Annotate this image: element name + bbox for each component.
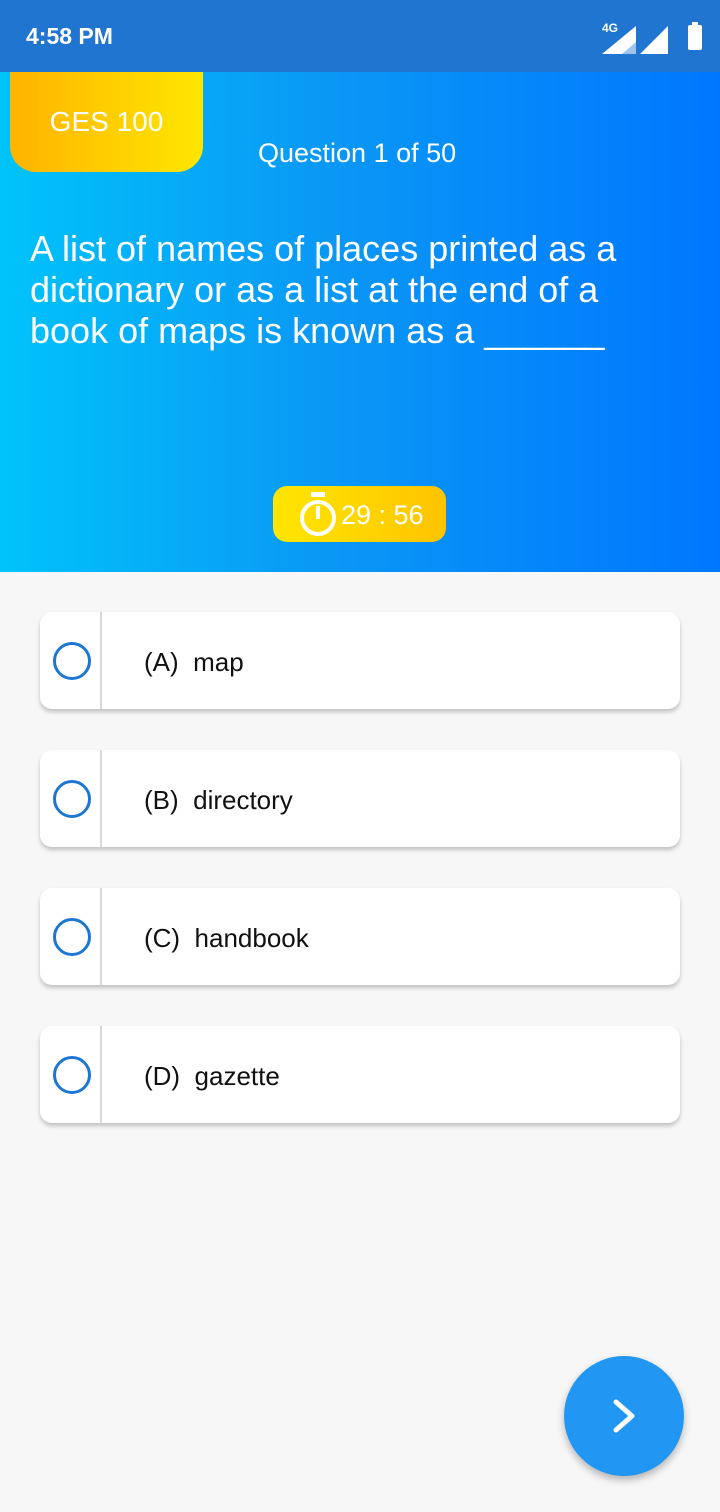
option-label: (A) map	[144, 647, 244, 677]
signal-icon	[640, 26, 668, 54]
radio-button[interactable]	[53, 1056, 91, 1094]
question-counter: Question 1 of 50	[258, 138, 457, 168]
question-header: GES 100 Question 1 of 50 A list of names…	[0, 72, 720, 572]
battery-icon	[688, 22, 702, 50]
status-time: 4:58 PM	[26, 23, 113, 49]
question-text: A list of names of places printed as a d…	[30, 228, 617, 351]
radio-button[interactable]	[53, 780, 91, 818]
option-label: (C) handbook	[144, 923, 309, 953]
timer-badge: 29 : 56	[273, 486, 446, 542]
next-question-button[interactable]	[564, 1356, 684, 1476]
divider	[100, 1026, 102, 1123]
option-label: (B) directory	[144, 785, 293, 815]
timer-value: 29 : 56	[341, 500, 424, 530]
option-d[interactable]: (D) gazette	[40, 1026, 680, 1123]
signal-icon	[602, 26, 636, 54]
radio-button[interactable]	[53, 918, 91, 956]
status-bar: 4:58 PM 4G	[0, 0, 720, 72]
divider	[100, 750, 102, 847]
option-label: (D) gazette	[144, 1061, 280, 1091]
status-icons: 4G	[594, 18, 704, 54]
divider	[100, 612, 102, 709]
course-badge: GES 100	[10, 72, 203, 172]
option-a[interactable]: (A) map	[40, 612, 680, 709]
answer-options: (A) map (B) directory (C) handbook (D) g…	[40, 612, 680, 1164]
radio-button[interactable]	[53, 642, 91, 680]
chevron-right-icon	[613, 1399, 635, 1433]
stopwatch-icon	[300, 492, 336, 536]
option-b[interactable]: (B) directory	[40, 750, 680, 847]
divider	[100, 888, 102, 985]
option-c[interactable]: (C) handbook	[40, 888, 680, 985]
